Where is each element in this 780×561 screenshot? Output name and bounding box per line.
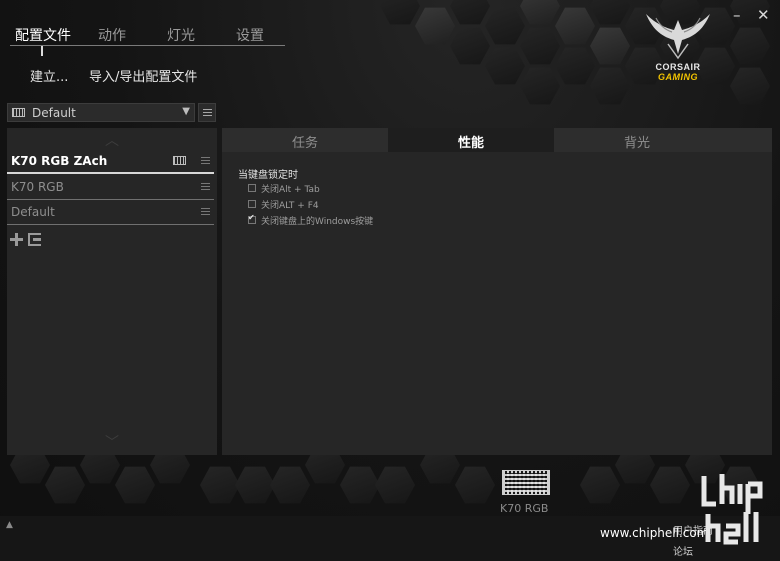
keyboard-device-icon[interactable] [502,470,550,495]
chevron-down-icon: ▼ [182,106,190,117]
scroll-up-icon[interactable]: ︿ [105,130,119,150]
forum-link[interactable]: 论坛 [673,543,693,558]
logo-text-corsair: CORSAIR [655,62,701,72]
profile-menu-button[interactable] [198,103,216,122]
profile-item-label: Default [11,205,55,219]
tab-backlight[interactable]: 背光 [554,128,720,152]
profile-item-label: K70 RGB ZAch [11,154,108,168]
watermark-site: www.chiphell.com [600,526,709,540]
profile-item-menu-icon[interactable] [201,157,210,164]
cue-window: 配置文件 动作 灯光 设置 建立... 导入/导出配置文件 – ✕ CORSAI… [0,0,780,561]
tab-performance[interactable]: 性能 [388,128,554,152]
import-export-link[interactable]: 导入/导出配置文件 [89,66,197,85]
tab-actions[interactable]: 动作 [98,25,126,45]
settings-tabbar: 任务 性能 背光 [222,128,772,152]
close-button[interactable]: ✕ [757,6,770,24]
add-profile-icon[interactable] [10,233,23,246]
sails-logo-icon [646,14,710,60]
profile-item-menu-icon[interactable] [201,183,210,190]
profile-item[interactable]: Default [7,200,214,225]
scroll-down-icon[interactable]: ﹀ [105,432,119,452]
checkbox-checked[interactable] [248,213,256,224]
tab-profiles[interactable]: 配置文件 [15,25,71,45]
profile-dropdown-value: Default [32,106,76,120]
tab-lighting[interactable]: 灯光 [167,25,195,45]
profile-item[interactable]: K70 RGB [7,175,214,200]
keyboard-icon [12,108,25,117]
profile-settings-panel: 任务 性能 背光 当键盘锁定时 关闭Alt + Tab 关闭ALT + F4 关… [222,128,772,455]
option-label: 关闭键盘上的Windows按键 [261,217,374,227]
option-label: 关闭Alt + Tab [261,185,320,195]
checkbox[interactable] [248,200,256,208]
profile-item-label: K70 RGB [11,180,64,194]
main-nav: 配置文件 动作 灯光 设置 [10,22,285,56]
hex-background-bottom [0,455,780,517]
lock-section-title: 当键盘锁定时 [238,170,298,181]
keyboard-icon [173,156,186,165]
checkbox[interactable] [248,184,256,192]
hamburger-icon [203,109,212,116]
profile-list-panel: ︿ K70 RGB ZAch K70 RGB Default ﹀ [7,128,217,455]
profile-item[interactable]: K70 RGB ZAch [7,149,214,174]
option-label: 关闭ALT + F4 [261,201,319,211]
performance-content: 当键盘锁定时 关闭Alt + Tab 关闭ALT + F4 关闭键盘上的Wind… [228,152,772,455]
minimize-button[interactable]: – [733,6,741,24]
import-profile-icon[interactable] [28,233,41,246]
profile-item-menu-icon[interactable] [201,208,210,215]
corsair-gaming-logo: CORSAIR GAMING [638,10,718,85]
create-profile-link[interactable]: 建立... [30,66,68,85]
device-label: K70 RGB [500,502,549,515]
profile-dropdown[interactable]: Default ▼ [7,103,195,122]
tab-settings[interactable]: 设置 [236,25,264,45]
chiphell-watermark-logo [700,470,770,545]
logo-text-gaming: GAMING [658,72,698,82]
tab-tasks[interactable]: 任务 [222,128,388,152]
collapse-arrow-icon[interactable]: ▲ [6,520,13,530]
active-tab-marker [41,46,43,56]
